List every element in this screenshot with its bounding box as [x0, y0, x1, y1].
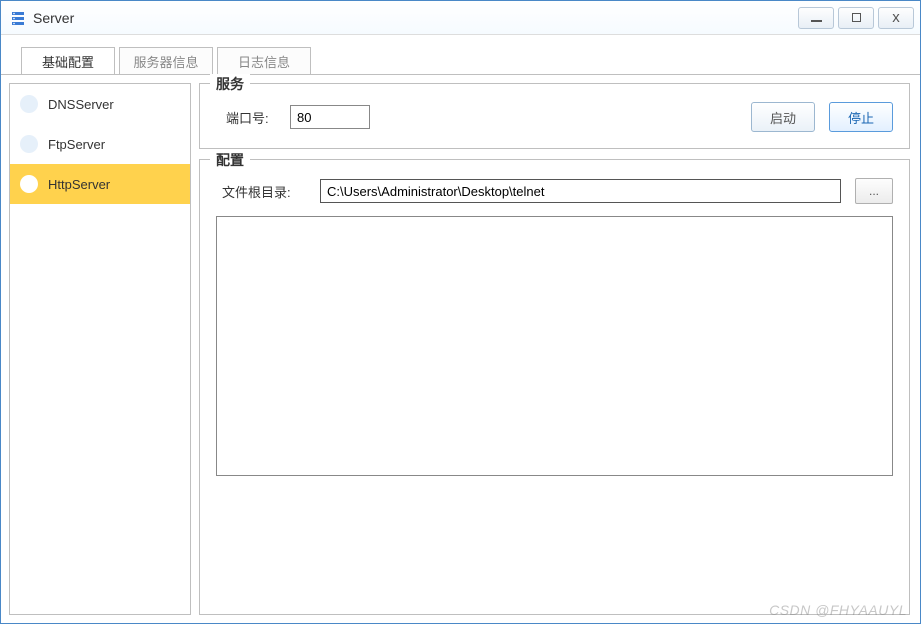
status-dot-icon	[20, 175, 38, 193]
maximize-icon	[852, 13, 861, 22]
port-label: 端口号:	[216, 108, 276, 127]
service-group: 服务 端口号: 启动 停止	[199, 83, 910, 149]
tab-server-info[interactable]: 服务器信息	[119, 47, 213, 75]
maximize-button[interactable]	[838, 7, 874, 29]
sidebar-item-label: DNSServer	[48, 97, 114, 112]
window-controls: x	[798, 7, 914, 29]
root-path-input[interactable]	[320, 179, 841, 203]
sidebar-item-label: HttpServer	[48, 177, 110, 192]
config-textarea[interactable]	[216, 216, 893, 476]
sidebar-item-ftpserver[interactable]: FtpServer	[10, 124, 190, 164]
close-button[interactable]: x	[878, 7, 914, 29]
port-input[interactable]	[290, 105, 370, 129]
stop-button[interactable]: 停止	[829, 102, 893, 132]
title-bar: Server x	[1, 1, 920, 35]
start-button[interactable]: 启动	[751, 102, 815, 132]
settings-pane: 服务 端口号: 启动 停止 配置 文件根目录: ...	[199, 83, 912, 615]
root-path-label: 文件根目录:	[216, 182, 306, 201]
config-group-legend: 配置	[210, 150, 250, 170]
root-path-row: 文件根目录: ...	[216, 178, 893, 204]
window-title: Server	[33, 10, 798, 26]
app-icon	[9, 9, 27, 27]
sidebar-item-label: FtpServer	[48, 137, 105, 152]
app-window: Server x 基础配置 服务器信息 日志信息 DNSServer FtpSe…	[0, 0, 921, 624]
status-dot-icon	[20, 135, 38, 153]
config-group: 配置 文件根目录: ...	[199, 159, 910, 615]
content-area: DNSServer FtpServer HttpServer 服务 端口号: 启…	[1, 74, 920, 623]
minimize-icon	[811, 20, 822, 22]
tab-log-info[interactable]: 日志信息	[217, 47, 311, 75]
server-list-sidebar: DNSServer FtpServer HttpServer	[9, 83, 191, 615]
service-group-legend: 服务	[210, 74, 250, 94]
sidebar-item-dnsserver[interactable]: DNSServer	[10, 84, 190, 124]
close-icon: x	[892, 10, 900, 25]
sidebar-item-httpserver[interactable]: HttpServer	[10, 164, 190, 204]
tab-basic-config[interactable]: 基础配置	[21, 47, 115, 75]
main-tabs: 基础配置 服务器信息 日志信息	[1, 35, 920, 75]
status-dot-icon	[20, 95, 38, 113]
browse-button[interactable]: ...	[855, 178, 893, 204]
minimize-button[interactable]	[798, 7, 834, 29]
service-row: 端口号: 启动 停止	[216, 102, 893, 132]
